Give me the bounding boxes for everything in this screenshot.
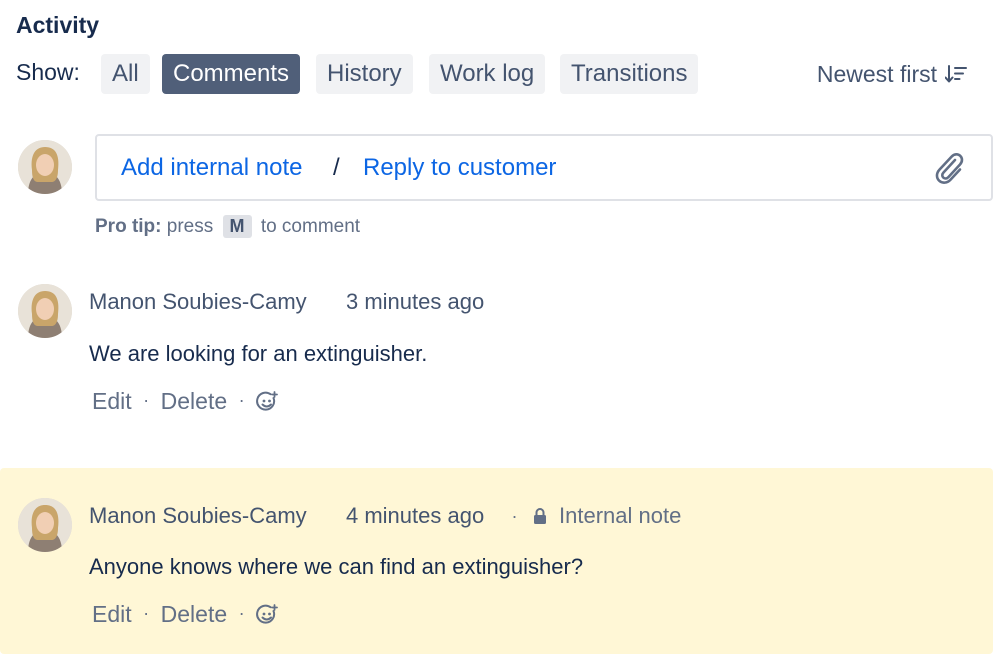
edit-comment-button[interactable]: Edit — [92, 601, 132, 628]
delete-comment-button[interactable]: Delete — [161, 601, 227, 628]
composer-separator: / — [333, 154, 340, 181]
avatar — [18, 284, 72, 338]
add-internal-note-link[interactable]: Add internal note — [121, 154, 302, 182]
show-label: Show: — [16, 59, 80, 85]
pro-tip-text-before: press — [166, 216, 214, 237]
sort-descending-icon — [945, 65, 967, 83]
internal-note-tag: . Internal note — [512, 501, 682, 529]
activity-heading: Activity — [16, 12, 100, 38]
comment-timestamp[interactable]: 4 minutes ago — [346, 503, 484, 529]
activity-panel: Activity Show: All Comments History Work… — [0, 0, 999, 657]
comment-actions: Edit . Delete . — [92, 386, 279, 415]
lock-icon — [534, 508, 547, 524]
pro-tip: Pro tip: press M to comment — [95, 215, 360, 238]
edit-comment-button[interactable]: Edit — [92, 388, 132, 415]
pro-tip-text-after: to comment — [260, 216, 361, 237]
avatar-photo — [18, 140, 72, 194]
action-separator: . — [239, 599, 245, 619]
action-separator: . — [143, 386, 149, 406]
comment-composer[interactable]: Add internal note / Reply to customer — [95, 134, 993, 201]
filter-worklog-button[interactable]: Work log — [429, 54, 546, 94]
avatar-photo — [18, 284, 72, 338]
sort-order-button[interactable]: Newest first — [817, 54, 967, 94]
add-reaction-icon[interactable] — [256, 390, 279, 413]
reply-to-customer-link[interactable]: Reply to customer — [363, 154, 556, 182]
comment-body: We are looking for an extinguisher. — [89, 341, 428, 366]
internal-note-item: Manon Soubies-Camy 4 minutes ago . Inter… — [0, 468, 993, 654]
add-reaction-icon[interactable] — [256, 603, 279, 626]
internal-note-label: Internal note — [559, 503, 682, 528]
sort-order-label: Newest first — [816, 61, 937, 87]
action-separator: . — [239, 386, 245, 406]
avatar-photo — [18, 498, 72, 552]
comment-author[interactable]: Manon Soubies-Camy — [89, 503, 307, 529]
pro-tip-label: Pro tip: — [95, 216, 162, 237]
comment-item: Manon Soubies-Camy 3 minutes ago We are … — [0, 270, 993, 430]
action-separator: . — [143, 599, 149, 619]
comment-body: Anyone knows where we can find an exting… — [89, 554, 584, 579]
filter-comments-button[interactable]: Comments — [162, 54, 301, 94]
comment-author[interactable]: Manon Soubies-Camy — [89, 289, 307, 315]
tag-separator: . — [512, 501, 518, 522]
current-user-avatar — [18, 140, 72, 194]
filter-history-button[interactable]: History — [316, 54, 413, 94]
paperclip-icon[interactable] — [933, 151, 965, 185]
delete-comment-button[interactable]: Delete — [161, 388, 227, 415]
comment-timestamp[interactable]: 3 minutes ago — [346, 289, 484, 315]
comment-actions: Edit . Delete . — [92, 599, 279, 628]
keyboard-shortcut-key: M — [222, 215, 252, 238]
filter-all-button[interactable]: All — [101, 54, 150, 94]
activity-filter-bar: Show: All Comments History Work log Tran… — [16, 54, 991, 94]
filter-transitions-button[interactable]: Transitions — [560, 54, 699, 94]
avatar — [18, 498, 72, 552]
